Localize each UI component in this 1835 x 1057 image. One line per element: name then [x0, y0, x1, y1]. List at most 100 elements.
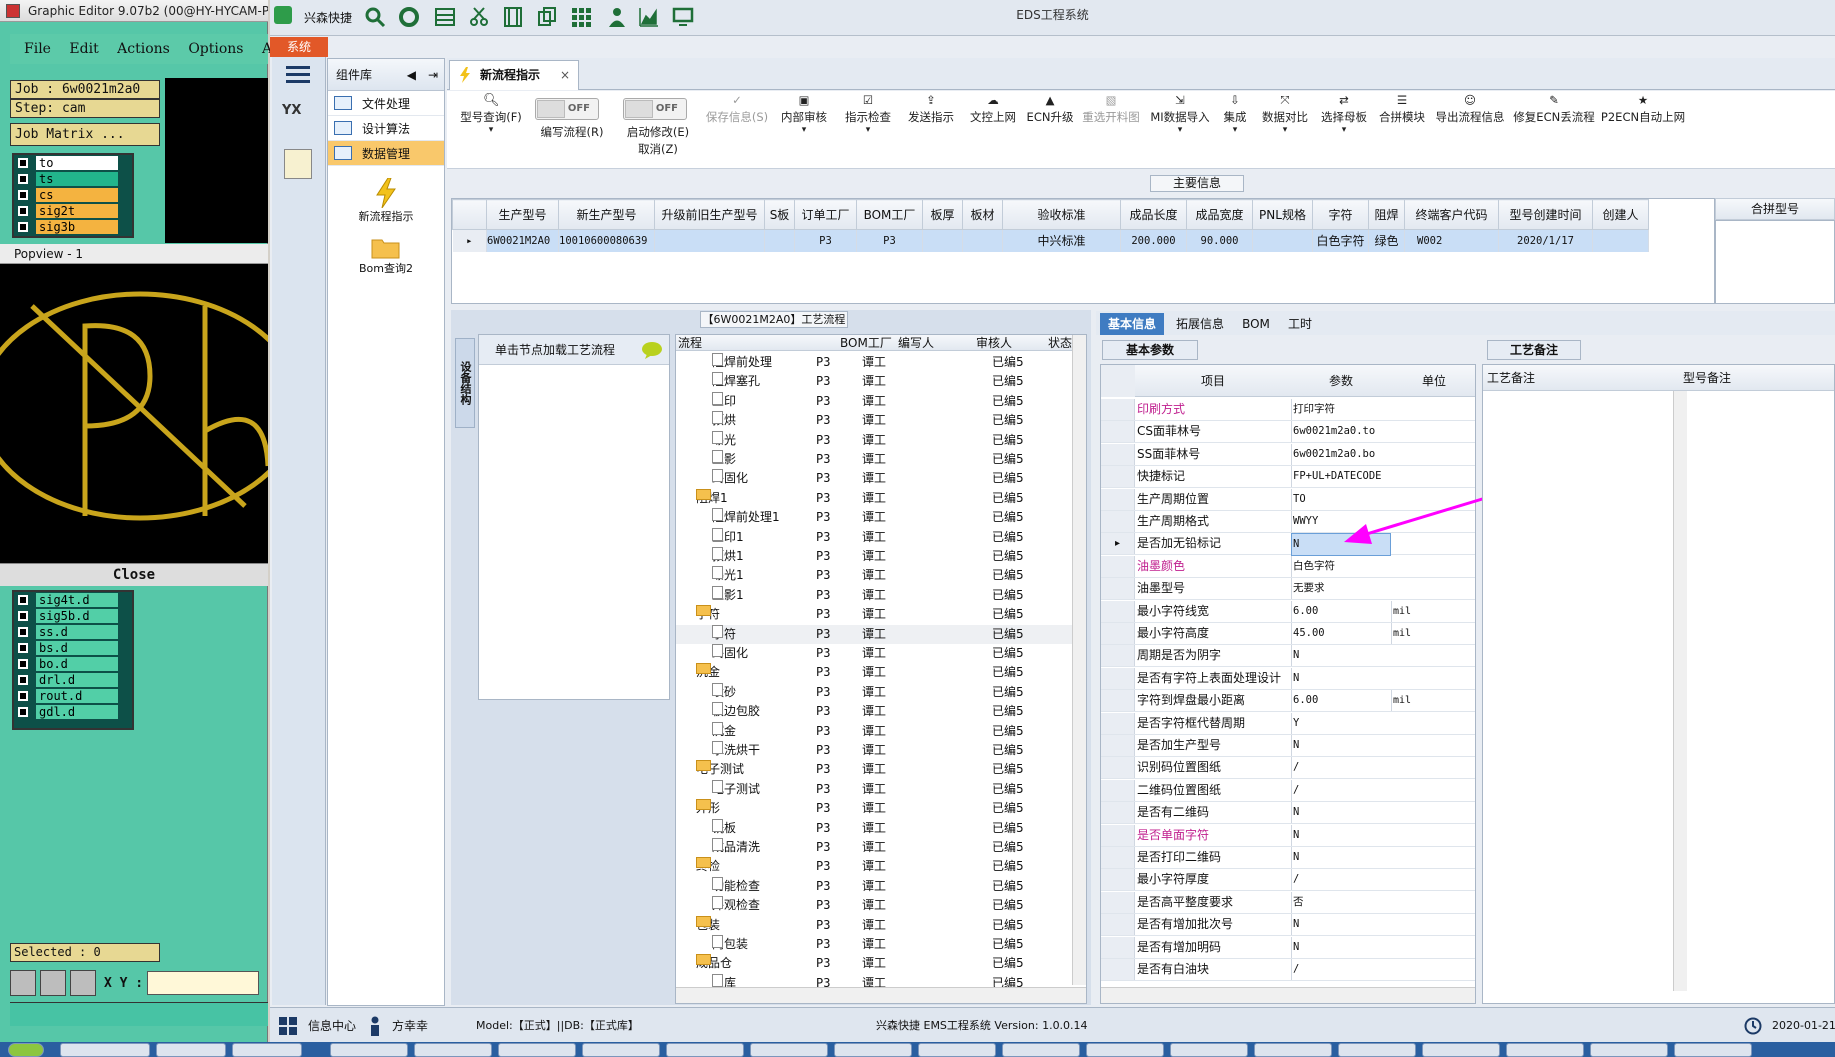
param-row[interactable]: 是否高平整度要求 否: [1101, 891, 1475, 914]
table-cell[interactable]: 2020/1/17: [1498, 229, 1593, 252]
tree-node[interactable]: 显影: [712, 450, 736, 469]
param-row[interactable]: 是否有字符上表面处理设计 N: [1101, 667, 1475, 690]
layer-row[interactable]: cs: [14, 187, 132, 203]
taskbar-item[interactable]: [1254, 1043, 1332, 1057]
tree-node[interactable]: −字符: [696, 605, 720, 624]
taskbar-item[interactable]: [1506, 1043, 1584, 1057]
vertical-tab-device[interactable]: 设备结构: [455, 338, 475, 428]
factory-icon[interactable]: YX: [282, 103, 314, 137]
p2ecn-upload-button[interactable]: ★ P2ECN自动上网: [1599, 91, 1687, 169]
column-header[interactable]: 流程: [678, 335, 702, 351]
tree-node[interactable]: −成品仓: [696, 954, 732, 973]
table-cell[interactable]: [764, 229, 795, 252]
param-value[interactable]: 打印字符: [1291, 399, 1391, 420]
menu-edit[interactable]: Edit: [69, 41, 98, 57]
layer-checkbox[interactable]: [18, 659, 28, 669]
table-cell[interactable]: 90.000: [1186, 229, 1253, 252]
param-row[interactable]: 是否字符框代替周期 Y: [1101, 712, 1475, 735]
taskbar-item[interactable]: [1422, 1043, 1500, 1057]
tree-node[interactable]: −包装: [696, 915, 720, 935]
bom-query-button[interactable]: Bom查询2: [328, 236, 444, 276]
tree-row[interactable]: 显影 P3 谭工 已编5: [676, 450, 1072, 469]
tree-row[interactable]: 显影1 P3 谭工 已编5: [676, 585, 1072, 605]
tree-node[interactable]: 外观检查: [712, 896, 760, 915]
tree-row[interactable]: −沉金 P3 谭工 已编5: [676, 663, 1072, 682]
tree-row[interactable]: −终检 P3 谭工 已编5: [676, 857, 1072, 876]
column-header[interactable]: S板: [764, 199, 795, 230]
tree-row[interactable]: 终固化 P3 谭工 已编5: [676, 644, 1072, 663]
taskbar-item[interactable]: [498, 1043, 576, 1057]
tree-row[interactable]: −电子测试 P3 谭工 已编5: [676, 760, 1072, 779]
table-cell[interactable]: W002: [1404, 229, 1499, 252]
tree-node[interactable]: 曝光: [712, 430, 736, 450]
table-cell[interactable]: [1252, 229, 1313, 252]
tree-node[interactable]: 板边包胶: [712, 702, 760, 721]
param-row[interactable]: 印刷方式 打印字符: [1101, 399, 1475, 421]
table-cell[interactable]: 200.000: [1120, 229, 1187, 252]
table-cell[interactable]: 10010600080639: [558, 229, 655, 252]
param-row[interactable]: 最小字符线宽 6.00 mil: [1101, 600, 1475, 623]
param-row[interactable]: 是否有白油块 /: [1101, 959, 1475, 981]
column-header[interactable]: BOM工厂: [840, 335, 892, 351]
tree-node[interactable]: −沉金: [696, 663, 720, 682]
column-header[interactable]: 成品长度: [1120, 199, 1187, 230]
export-flow-button[interactable]: ☺ 导出流程信息: [1431, 91, 1509, 169]
save-info-button[interactable]: ✓ 保存信息(S): [699, 91, 775, 169]
edit-flow-toggle[interactable]: OFF: [535, 98, 599, 120]
taskbar-item[interactable]: [414, 1043, 492, 1057]
tree-row[interactable]: 终固化 P3 谭工 已编5: [676, 469, 1072, 488]
system-tab[interactable]: 系统: [270, 37, 328, 57]
tree-node[interactable]: 曝光1: [712, 566, 744, 585]
tree-row[interactable]: 板边包胶 P3 谭工 已编5: [676, 702, 1072, 721]
table-cell[interactable]: [654, 229, 765, 252]
layer-row[interactable]: rout.d: [14, 688, 132, 704]
param-row[interactable]: 油墨颜色 白色字符: [1101, 555, 1475, 578]
table-cell[interactable]: [962, 229, 1003, 252]
column-header[interactable]: 审核人: [976, 335, 1012, 351]
tree-node[interactable]: 铣板: [712, 818, 736, 838]
column-header[interactable]: PNL规格: [1252, 199, 1313, 230]
mi-import-button[interactable]: ⇲ MI数据导入 ▾: [1147, 91, 1213, 169]
tree-row[interactable]: −外形 P3 谭工 已编5: [676, 799, 1072, 818]
param-value[interactable]: N: [1291, 802, 1391, 824]
tree-row[interactable]: 水洗烘干 P3 谭工 已编5: [676, 741, 1072, 760]
column-header[interactable]: 板厚: [922, 199, 963, 230]
taskbar-item[interactable]: [582, 1043, 660, 1057]
param-value[interactable]: N: [1291, 735, 1391, 756]
tree-row[interactable]: 电子测试 P3 谭工 已编5: [676, 779, 1072, 799]
column-header[interactable]: 型号创建时间: [1498, 199, 1593, 230]
tree-row[interactable]: 成品清洗 P3 谭工 已编5: [676, 838, 1072, 857]
tab-work-hours[interactable]: 工时: [1280, 313, 1320, 335]
menu-options[interactable]: Options: [188, 41, 243, 57]
doc-upload-button[interactable]: ☁ 文控上网: [963, 91, 1023, 169]
layer-checkbox[interactable]: [18, 174, 28, 184]
layer-checkbox[interactable]: [18, 691, 28, 701]
tree-row[interactable]: 丝印 P3 谭工 已编5: [676, 391, 1072, 411]
data-compare-button[interactable]: ⤧ 数据对比 ▾: [1257, 91, 1313, 169]
param-value[interactable]: /: [1291, 869, 1391, 891]
tree-node[interactable]: 成品清洗: [712, 838, 760, 857]
param-row[interactable]: CS面菲林号 6w0021m2a0.to: [1101, 421, 1475, 444]
graphic-canvas[interactable]: [165, 78, 268, 243]
tree-node[interactable]: −电子测试: [696, 760, 744, 779]
column-header[interactable]: 新生产型号: [558, 199, 655, 230]
layer-row[interactable]: drl.d: [14, 672, 132, 688]
param-value[interactable]: 6.00: [1291, 690, 1391, 712]
taskbar-item[interactable]: [1590, 1043, 1668, 1057]
taskbar-item[interactable]: [1674, 1043, 1752, 1057]
column-header[interactable]: 项目: [1137, 365, 1289, 397]
param-row[interactable]: 周期是否为阴字 N: [1101, 645, 1475, 668]
taskbar-item[interactable]: [1002, 1043, 1080, 1057]
layer-row[interactable]: bo.d: [14, 656, 132, 672]
comp-item-data[interactable]: 数据管理: [328, 141, 444, 166]
merge-model-list[interactable]: [1715, 220, 1835, 304]
comp-item-file[interactable]: 文件处理: [328, 91, 444, 116]
tree-row[interactable]: 阻焊前处理1 P3 谭工 已编5: [676, 508, 1072, 527]
param-value[interactable]: 否: [1291, 891, 1391, 913]
tree-node[interactable]: 显影1: [712, 585, 744, 605]
table-cell[interactable]: 中兴标准: [1002, 229, 1121, 252]
param-row[interactable]: 是否有增加明码 N: [1101, 936, 1475, 959]
column-header[interactable]: 成品宽度: [1186, 199, 1253, 230]
tree-node[interactable]: 终固化: [712, 469, 748, 488]
param-row[interactable]: SS面菲林号 6w0021m2a0.bo: [1101, 443, 1475, 466]
